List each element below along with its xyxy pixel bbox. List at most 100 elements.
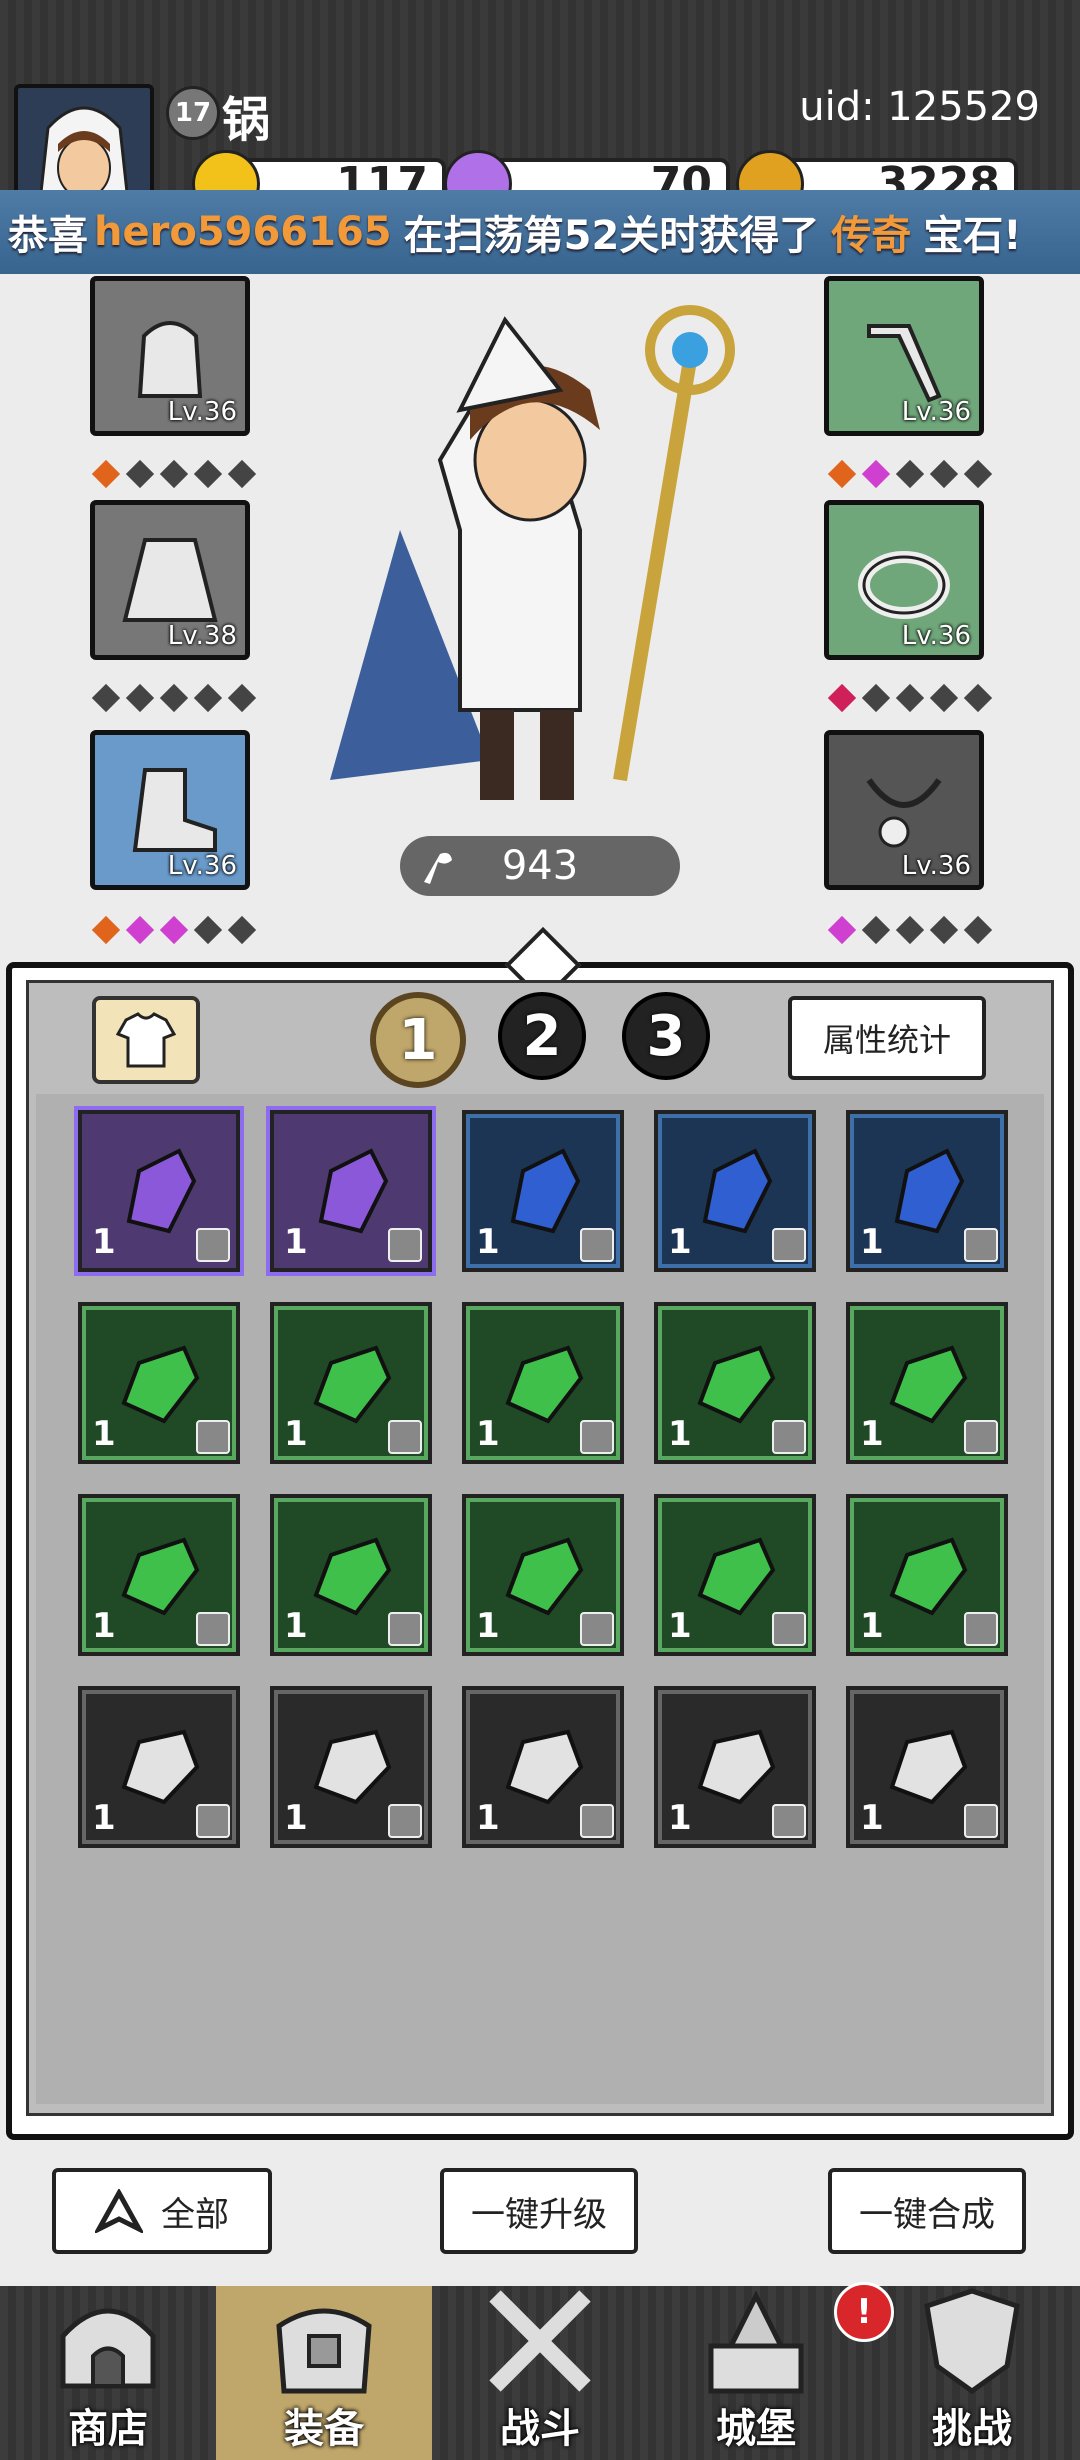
marquee-item: 传奇 <box>831 213 912 259</box>
nav-battle[interactable]: 战斗 <box>432 2286 648 2460</box>
player-name: 锅 <box>222 92 271 148</box>
gem-cell[interactable]: 1 <box>846 1302 1008 1464</box>
marquee-suffix: 宝石! <box>923 213 1022 259</box>
gem-cell[interactable]: 1 <box>654 1494 816 1656</box>
crossed-swords-icon <box>489 2290 591 2392</box>
equip-level: Lv.36 <box>901 851 971 881</box>
green-gem-icon <box>313 1345 392 1424</box>
gem-cell[interactable]: 1 <box>270 1494 432 1656</box>
merge-all-button[interactable]: 一键合成 <box>828 2168 1026 2254</box>
gem-cell[interactable]: 1 <box>462 1302 624 1464</box>
nav-challenge-label: 挑战 <box>932 2406 1012 2452</box>
equip-slot-necklace[interactable]: Lv.36 <box>824 730 984 890</box>
gem-cell[interactable]: 1 <box>654 1110 816 1272</box>
combat-power-value: 943 <box>501 843 579 889</box>
green-gem-icon <box>697 1537 776 1616</box>
shield-icon <box>924 2288 1020 2395</box>
gem-cell[interactable]: 1 <box>78 1110 240 1272</box>
hood-slot-icon <box>772 1612 806 1646</box>
gem-count: 1 <box>284 1222 308 1262</box>
nav-equipment[interactable]: 装备 <box>216 2286 432 2460</box>
power-icon <box>424 852 452 884</box>
equip-slot-staff[interactable]: Lv.36 <box>824 276 984 436</box>
gem-cell[interactable]: 1 <box>270 1110 432 1272</box>
white-gem-icon <box>505 1729 584 1805</box>
blue-gem-icon <box>510 1148 581 1234</box>
blue-gem-icon <box>702 1148 773 1234</box>
necklace-icon <box>866 778 942 848</box>
gem-cell[interactable]: 1 <box>270 1302 432 1464</box>
blue-gem-icon <box>894 1148 965 1234</box>
white-gem-icon <box>889 1729 968 1805</box>
green-gem-icon <box>697 1345 776 1424</box>
gem-count: 1 <box>476 1606 500 1646</box>
cloak-slot-icon <box>772 1420 806 1454</box>
attribute-stats-button[interactable]: 属性统计 <box>788 996 986 1080</box>
gem-count: 1 <box>860 1222 884 1262</box>
tab-page-2[interactable]: 2 <box>498 992 586 1080</box>
gem-cell[interactable]: 1 <box>654 1302 816 1464</box>
tab-page-3[interactable]: 3 <box>622 992 710 1080</box>
hero-character-figure[interactable] <box>290 280 790 840</box>
ring-icon <box>858 551 950 619</box>
equip-slot-hood[interactable]: Lv.36 <box>90 276 250 436</box>
equipment-filter-button[interactable] <box>92 996 200 1084</box>
up-triangle-icon <box>95 2189 143 2233</box>
gem-count: 1 <box>92 1222 116 1262</box>
ring-slot-icon <box>196 1420 230 1454</box>
equip-slot-boots[interactable]: Lv.36 <box>90 730 250 890</box>
boot-slot-icon <box>964 1420 998 1454</box>
gem-cell[interactable]: 1 <box>846 1686 1008 1848</box>
purple-gem-icon <box>126 1148 197 1234</box>
nav-challenge[interactable]: 挑战 <box>864 2286 1080 2460</box>
nav-castle[interactable]: 城堡 <box>648 2286 864 2460</box>
gem-count: 1 <box>92 1798 116 1838</box>
nav-shop-label: 商店 <box>68 2406 148 2452</box>
filter-all-button[interactable]: 全部 <box>52 2168 272 2254</box>
announcement-marquee: 恭喜 hero5966165 在扫荡第52关时获得了 传奇 宝石! <box>0 190 1080 274</box>
white-gem-icon <box>121 1729 200 1805</box>
green-gem-icon <box>505 1537 584 1616</box>
gem-count: 1 <box>860 1414 884 1454</box>
cloak-slot-icon <box>196 1804 230 1838</box>
boot-slot-icon <box>196 1612 230 1646</box>
hood-icon <box>137 321 203 398</box>
ring-slot-icon <box>196 1228 230 1262</box>
equip-level: Lv.38 <box>167 621 237 651</box>
gem-cell[interactable]: 1 <box>846 1494 1008 1656</box>
castle-icon <box>708 2290 804 2394</box>
nav-shop[interactable]: 商店 <box>0 2286 216 2460</box>
tab-page-1[interactable]: 1 <box>370 992 466 1088</box>
gem-cell[interactable]: 1 <box>78 1494 240 1656</box>
boot-slot-icon <box>388 1804 422 1838</box>
boot-icon <box>132 768 217 852</box>
gem-count: 1 <box>668 1414 692 1454</box>
player-uid: uid: 125529 <box>799 84 1040 130</box>
necklace-slot-icon <box>964 1612 998 1646</box>
white-gem-icon <box>313 1729 392 1805</box>
cloak-slot-icon <box>580 1228 614 1262</box>
equip-level: Lv.36 <box>167 397 237 427</box>
gem-cell[interactable]: 1 <box>462 1686 624 1848</box>
green-gem-icon <box>889 1345 968 1424</box>
marquee-prefix: 恭喜 <box>8 213 88 259</box>
cloak-slot-icon <box>580 1420 614 1454</box>
gem-cell[interactable]: 1 <box>846 1110 1008 1272</box>
gem-cell[interactable]: 1 <box>654 1686 816 1848</box>
staff-slot-icon <box>772 1228 806 1262</box>
nav-battle-label: 战斗 <box>500 2406 580 2452</box>
gem-count: 1 <box>476 1222 500 1262</box>
gem-cell[interactable]: 1 <box>462 1110 624 1272</box>
gem-count: 1 <box>284 1798 308 1838</box>
equip-slot-cloak[interactable]: Lv.38 <box>90 500 250 660</box>
gem-cell[interactable]: 1 <box>462 1494 624 1656</box>
gem-count: 1 <box>92 1414 116 1454</box>
staff-icon <box>867 324 942 403</box>
gem-cell[interactable]: 1 <box>78 1686 240 1848</box>
gem-cell[interactable]: 1 <box>78 1302 240 1464</box>
equip-slot-ring[interactable]: Lv.36 <box>824 500 984 660</box>
upgrade-all-button[interactable]: 一键升级 <box>440 2168 638 2254</box>
gem-cell[interactable]: 1 <box>270 1686 432 1848</box>
hood-slot-icon <box>772 1804 806 1838</box>
necklace-slot-icon <box>964 1804 998 1838</box>
